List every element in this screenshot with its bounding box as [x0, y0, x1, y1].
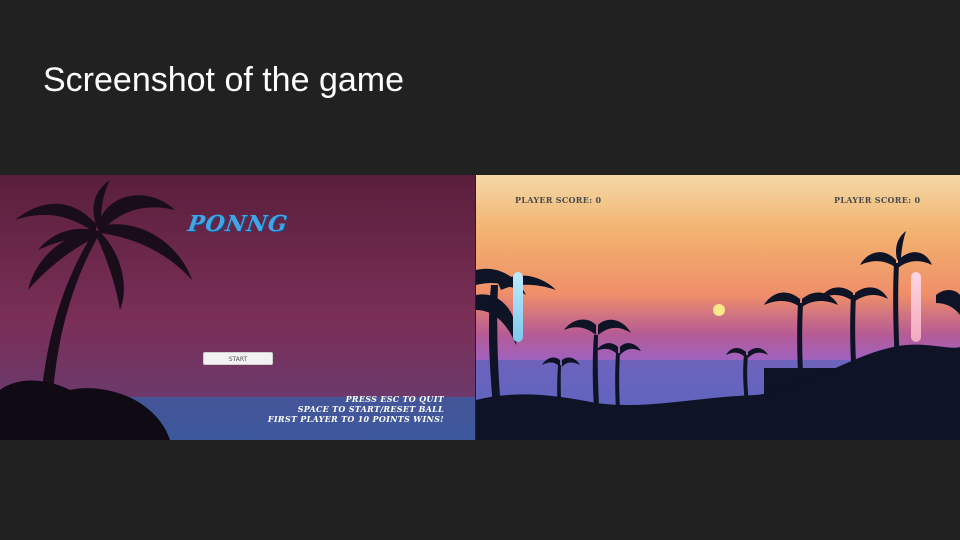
ball	[713, 304, 725, 316]
right-player-score: PLAYER SCORE: 0	[834, 195, 921, 205]
menu-screenshot: PONNG START PRESS ESC TO QUIT SPACE TO S…	[0, 175, 475, 440]
start-button[interactable]: START	[203, 352, 273, 365]
instructions: PRESS ESC TO QUIT SPACE TO START/RESET B…	[268, 394, 444, 424]
right-paddle	[911, 272, 921, 342]
game-logo: PONNG	[186, 211, 290, 237]
left-player-score: PLAYER SCORE: 0	[515, 195, 602, 205]
instruction-space: SPACE TO START/RESET BALL	[297, 404, 444, 414]
slide-title: Screenshot of the game	[43, 61, 405, 99]
game-screenshot: PLAYER SCORE: 0 PLAYER SCORE: 0	[476, 175, 960, 440]
left-paddle	[513, 272, 523, 342]
instruction-quit: PRESS ESC TO QUIT	[345, 394, 444, 404]
instruction-win: FIRST PLAYER TO 10 POINTS WINS!	[267, 414, 444, 424]
